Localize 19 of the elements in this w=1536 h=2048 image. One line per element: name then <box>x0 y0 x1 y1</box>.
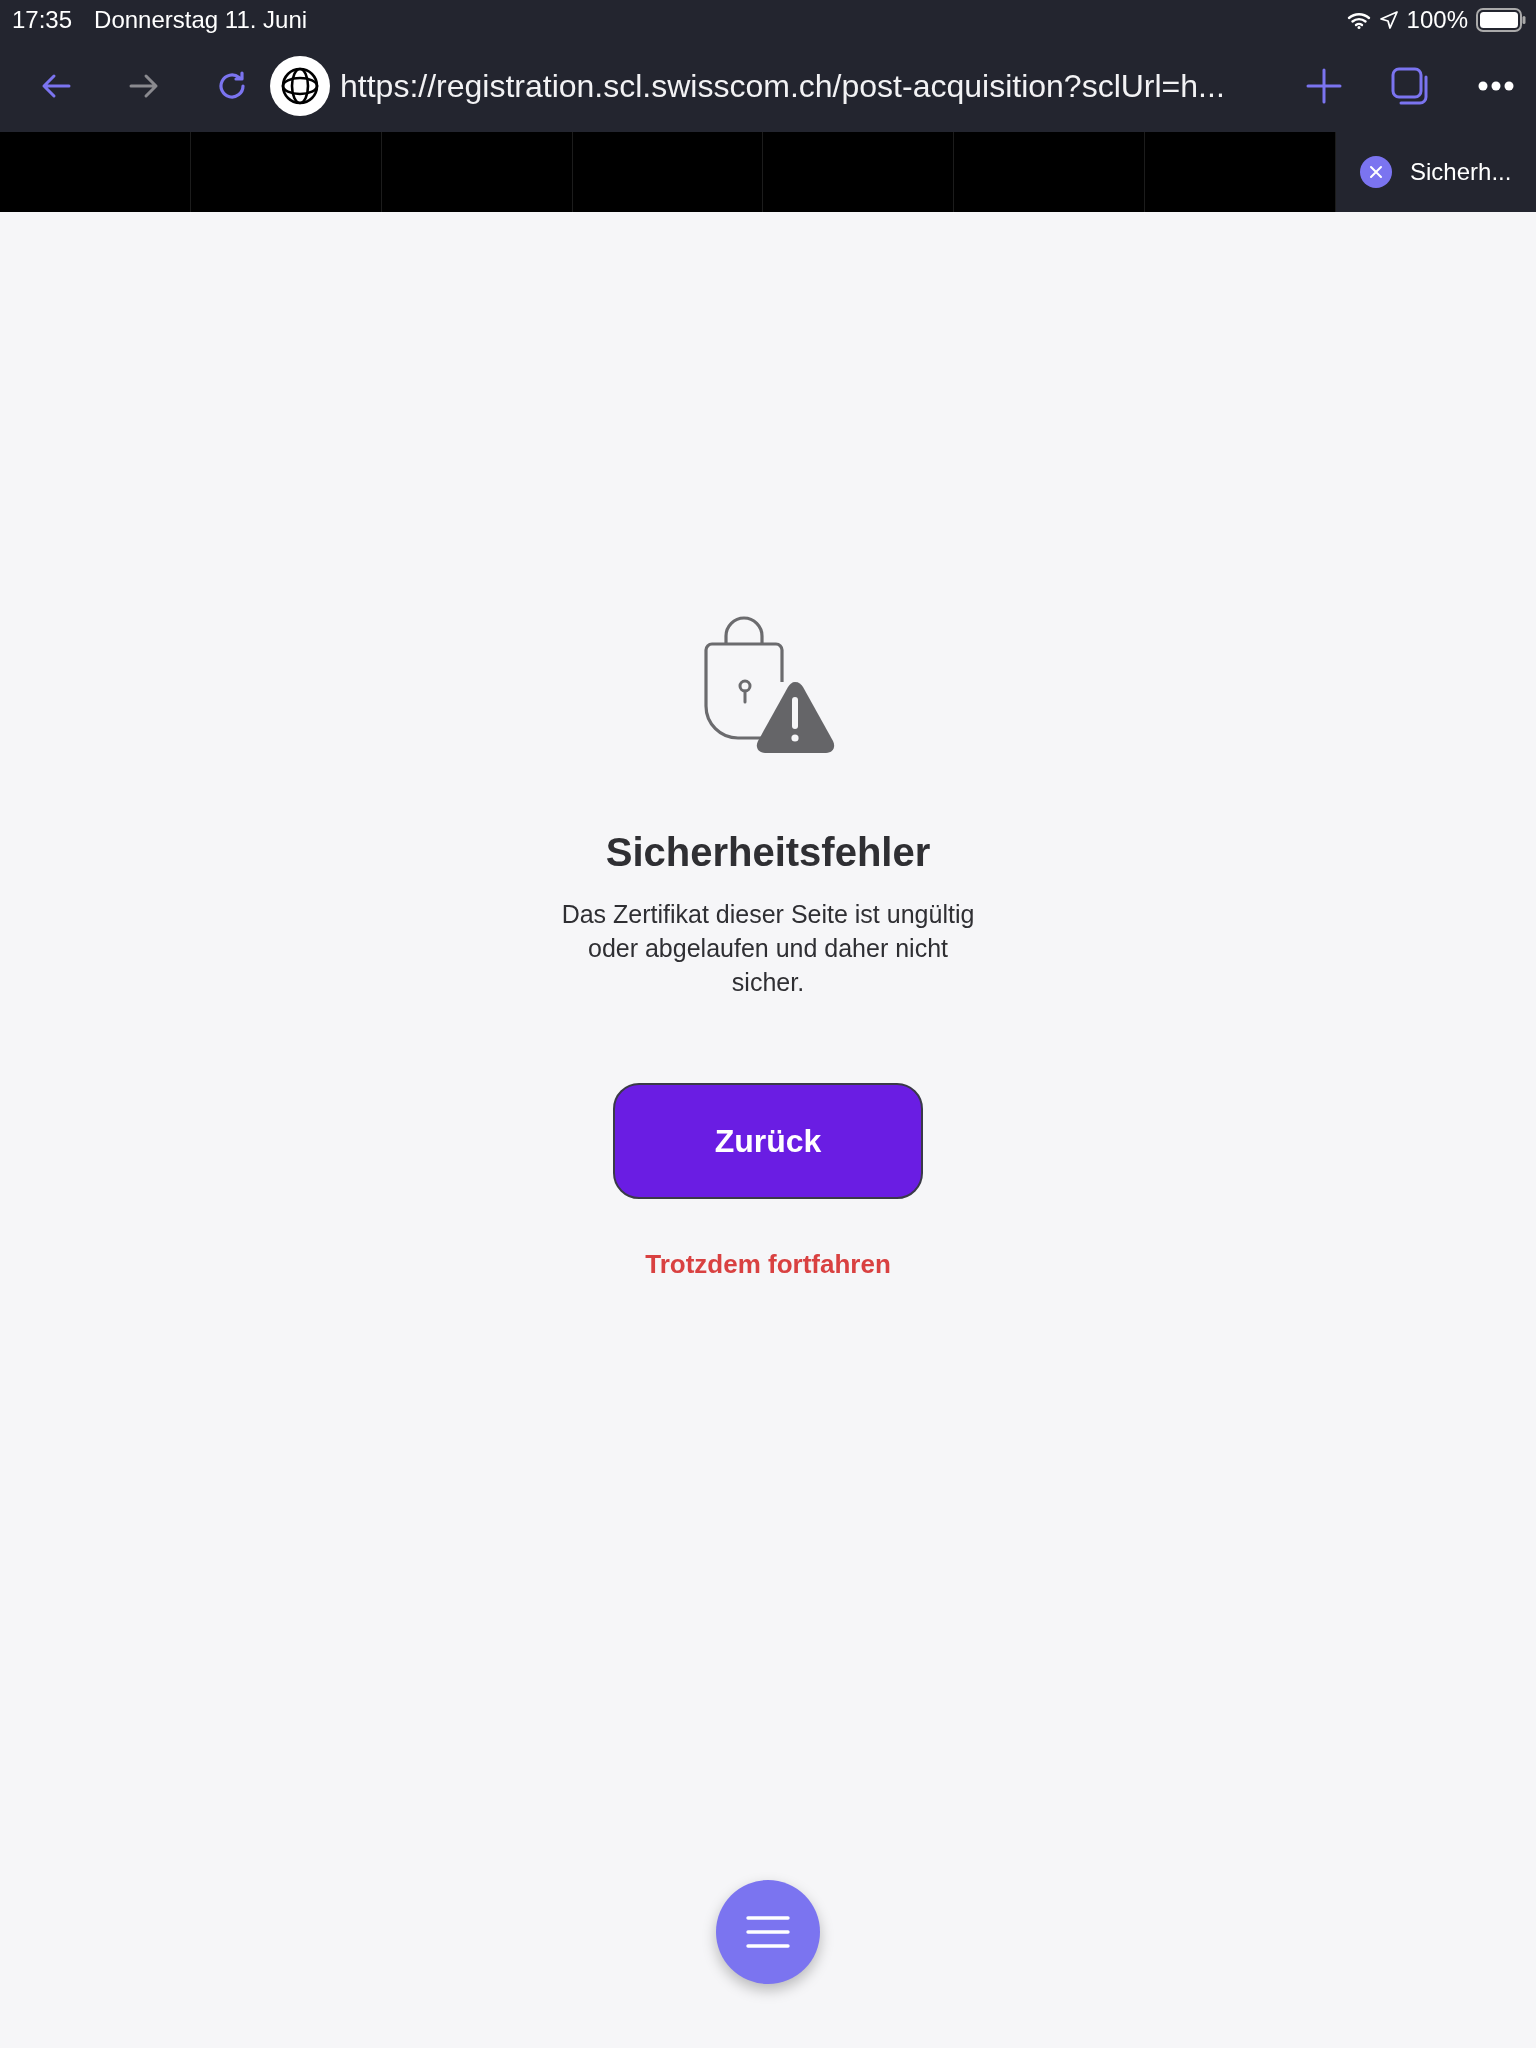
address-bar-url[interactable]: https://registration.scl.swisscom.ch/post-acquisition?sclUrl=h... <box>340 67 1225 105</box>
wifi-icon <box>1346 11 1371 29</box>
new-tab-button[interactable] <box>1304 66 1344 106</box>
close-icon[interactable] <box>1360 156 1392 188</box>
battery-icon <box>1476 8 1526 32</box>
error-message: Das Zertifikat dieser Seite ist ungültig oder abgelaufen und daher nicht sicher. <box>560 899 976 998</box>
location-icon <box>1378 10 1399 30</box>
globe-icon <box>270 56 330 116</box>
proceed-link[interactable]: Trotzdem fortfahren <box>645 1249 891 1280</box>
error-title: Sicherheitsfehler <box>605 830 931 875</box>
status-date: Donnerstag 11. Juni <box>94 6 308 34</box>
tabs-button[interactable] <box>1390 66 1430 106</box>
menu-icon <box>746 1915 790 1949</box>
battery-percent: 100% <box>1406 6 1468 34</box>
menu-button[interactable] <box>716 1880 820 1984</box>
ellipsis-icon <box>1478 81 1514 91</box>
back-button[interactable]: Zurück <box>613 1083 923 1199</box>
status-time: 17:35 <box>12 6 73 34</box>
browser-tab[interactable]: Sicherh... <box>1336 132 1536 212</box>
